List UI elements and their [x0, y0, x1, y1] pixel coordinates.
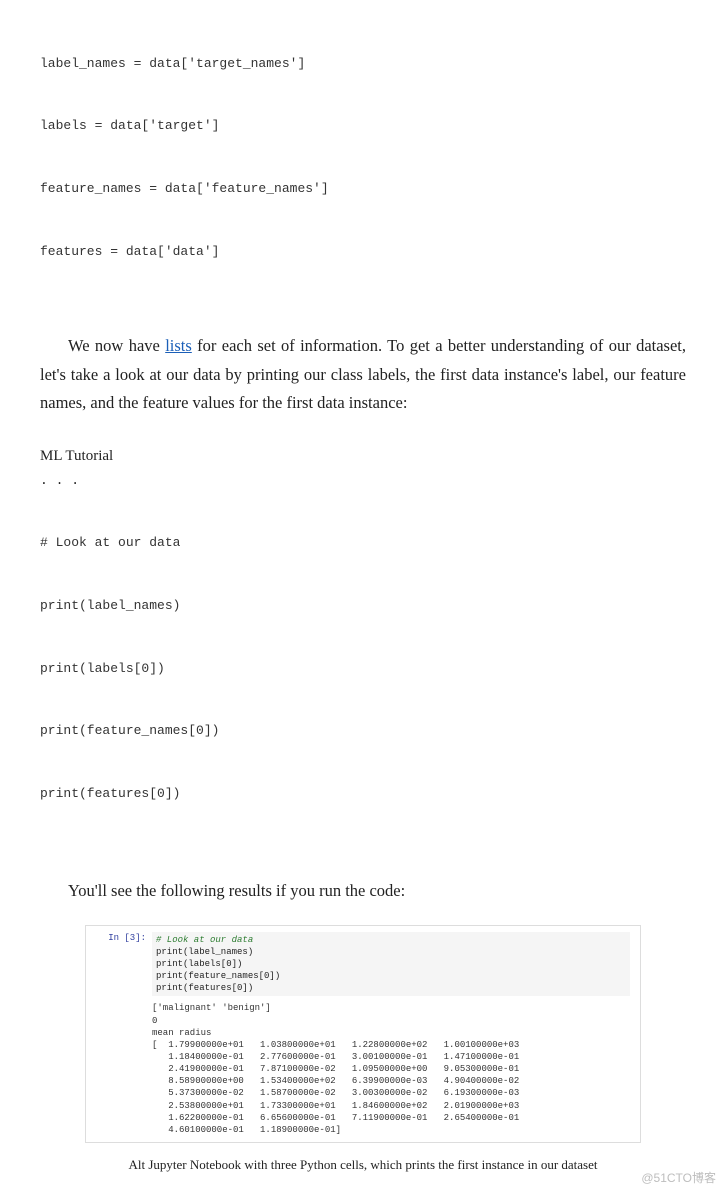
jupyter-output-screenshot: In [3]: # Look at our data print(label_n…	[85, 925, 641, 1143]
code-line: print(features[0])	[156, 983, 253, 993]
jupyter-cell: In [3]: # Look at our data print(label_n…	[96, 932, 630, 997]
output-line: 2.53800000e+01 1.73300000e+01 1.84600000…	[152, 1101, 519, 1111]
code-comment: # Look at our data	[40, 535, 686, 552]
jupyter-output: ['malignant' 'benign'] 0 mean radius [ 1…	[152, 996, 630, 1136]
code-line: print(labels[0])	[156, 959, 242, 969]
code-line: print(label_names)	[40, 598, 686, 615]
output-line: 1.62200000e-01 6.65600000e-01 7.11900000…	[152, 1113, 519, 1123]
code-line: print(features[0])	[40, 786, 686, 803]
output-line: 2.41900000e-01 7.87100000e-02 1.09500000…	[152, 1064, 519, 1074]
code-line: print(labels[0])	[40, 661, 686, 678]
jupyter-code: # Look at our data print(label_names) pr…	[152, 932, 630, 997]
code-line: label_names = data['target_names']	[40, 56, 686, 73]
output-line: 1.18400000e-01 2.77600000e-01 3.00100000…	[152, 1052, 519, 1062]
code-block-print-data: # Look at our data print(label_names) pr…	[40, 502, 686, 849]
code-line: labels = data['target']	[40, 118, 686, 135]
link-lists[interactable]: lists	[165, 336, 192, 355]
text-segment: You'll see the following results if you …	[68, 881, 405, 900]
output-line: 4.60100000e-01 1.18900000e-01]	[152, 1125, 341, 1135]
output-line: 0	[152, 1016, 157, 1026]
output-line: 5.37300000e-02 1.58700000e-02 3.00300000…	[152, 1088, 519, 1098]
paragraph-intro: We now have lists for each set of inform…	[40, 332, 686, 417]
code-comment: # Look at our data	[156, 935, 253, 945]
image-caption: Alt Jupyter Notebook with three Python c…	[40, 1157, 686, 1173]
output-line: 8.58900000e+00 1.53400000e+02 6.39900000…	[152, 1076, 519, 1086]
text-segment: We now have	[68, 336, 165, 355]
code-line: print(feature_names[0])	[40, 723, 686, 740]
output-line: [ 1.79900000e+01 1.03800000e+01 1.228000…	[152, 1040, 519, 1050]
output-line: mean radius	[152, 1028, 211, 1038]
code-line: print(label_names)	[156, 947, 253, 957]
code-line: features = data['data']	[40, 244, 686, 261]
code-line: feature_names = data['feature_names']	[40, 181, 686, 198]
ellipsis: . . .	[40, 473, 686, 488]
heading-ml-tutorial: ML Tutorial	[40, 448, 686, 465]
code-block-variable-assignments: label_names = data['target_names'] label…	[40, 22, 686, 306]
output-line: ['malignant' 'benign']	[152, 1003, 271, 1013]
code-line: print(feature_names[0])	[156, 971, 280, 981]
jupyter-prompt: In [3]:	[96, 932, 152, 997]
